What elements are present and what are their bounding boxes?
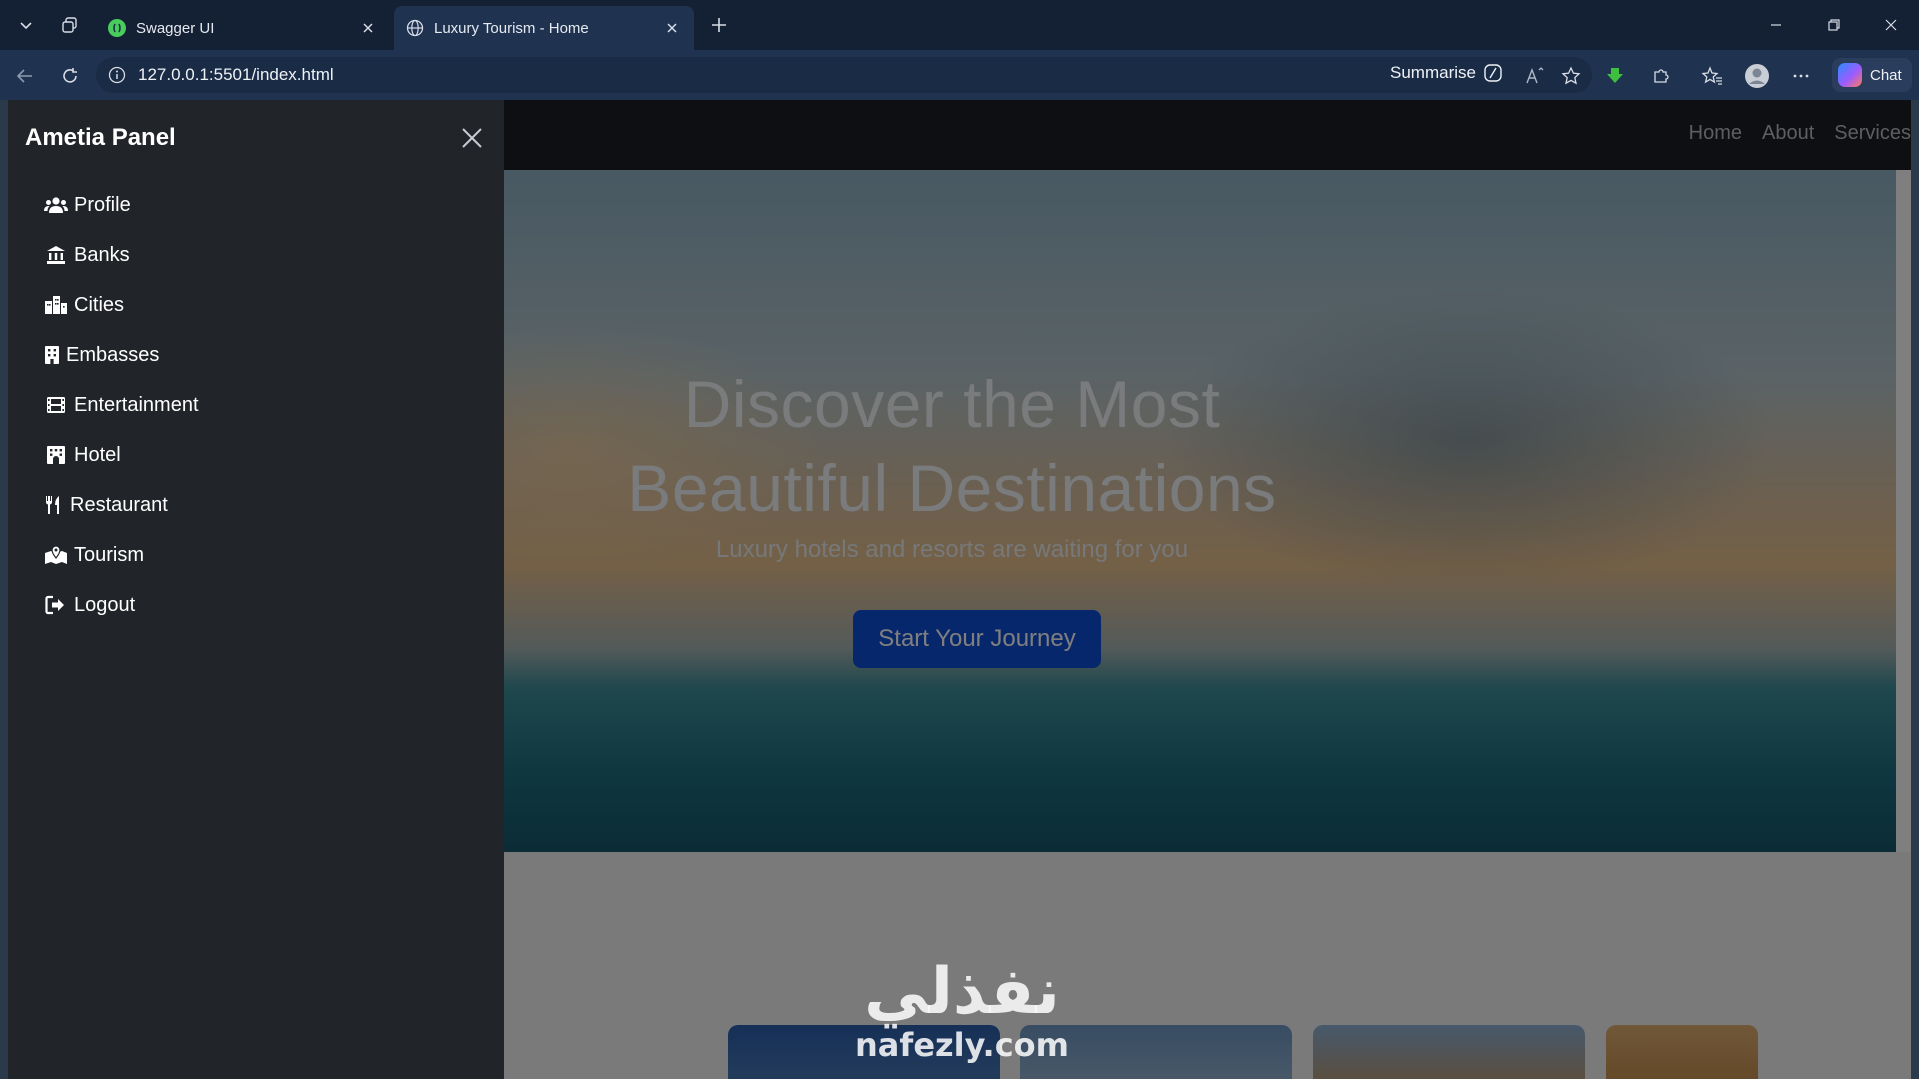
menu-item-embasses[interactable]: Embasses xyxy=(44,330,199,380)
tab-title: Luxury Tourism - Home xyxy=(434,19,589,37)
menu-item-label: Profile xyxy=(74,193,131,216)
read-aloud-icon xyxy=(1526,67,1544,84)
close-icon xyxy=(462,128,482,148)
menu-item-label: Embasses xyxy=(66,343,160,366)
globe-icon xyxy=(406,19,424,37)
users-icon xyxy=(44,194,68,216)
swagger-favicon-icon xyxy=(108,19,126,37)
copilot-chat-button[interactable]: Chat xyxy=(1832,58,1912,92)
menu-item-label: Hotel xyxy=(74,443,121,466)
menu-item-label: Banks xyxy=(74,243,130,266)
side-panel: Ametia Panel Profile Banks Cities Embass… xyxy=(8,100,504,1079)
logout-icon xyxy=(44,594,68,616)
menu-item-tourism[interactable]: Tourism xyxy=(44,530,199,580)
info-icon[interactable] xyxy=(106,64,128,86)
menu-item-restaurant[interactable]: Restaurant xyxy=(44,480,199,530)
profile-button[interactable] xyxy=(1742,61,1772,91)
menu-item-banks[interactable]: Banks xyxy=(44,230,199,280)
close-icon xyxy=(1885,19,1897,31)
workspaces-button[interactable] xyxy=(54,9,86,41)
menu-item-hotel[interactable]: Hotel xyxy=(44,430,199,480)
menu-item-entertainment[interactable]: Entertainment xyxy=(44,380,199,430)
favorites-button[interactable] xyxy=(1697,61,1727,91)
close-tab-icon[interactable] xyxy=(358,18,378,38)
menu-item-profile[interactable]: Profile xyxy=(44,180,199,230)
tab-title: Swagger UI xyxy=(136,19,215,37)
building-icon xyxy=(44,344,60,366)
menu-item-label: Entertainment xyxy=(74,393,199,416)
favorite-page-button[interactable] xyxy=(1556,61,1586,91)
reload-button[interactable] xyxy=(55,61,85,91)
restore-button[interactable] xyxy=(1814,8,1854,42)
minimize-button[interactable] xyxy=(1756,8,1796,42)
puzzle-icon xyxy=(1654,69,1669,83)
watermark-latin: nafezly.com xyxy=(855,1026,1069,1064)
tab-actions-icon xyxy=(62,17,77,33)
summarise-button[interactable]: Summarise xyxy=(1390,62,1504,84)
reload-icon xyxy=(63,68,77,83)
restore-icon xyxy=(1828,19,1840,31)
extensions-button[interactable] xyxy=(1646,61,1676,91)
copilot-summarise-icon xyxy=(1484,64,1502,82)
favorites-star-icon xyxy=(1701,66,1722,85)
watermark: نفذلي nafezly.com xyxy=(842,960,1082,1062)
minimize-icon xyxy=(1771,24,1781,26)
page: Home About Services Discover the Most Be… xyxy=(8,100,1911,1079)
download-extension-icon xyxy=(1607,68,1623,83)
back-button[interactable] xyxy=(10,61,40,91)
read-aloud-button[interactable] xyxy=(1520,61,1550,91)
url-text: 127.0.0.1:5501/index.html xyxy=(138,65,334,84)
menu-item-label: Restaurant xyxy=(70,493,168,516)
more-horizontal-icon xyxy=(1793,74,1809,78)
avatar-icon xyxy=(1745,64,1769,88)
menu-item-cities[interactable]: Cities xyxy=(44,280,199,330)
address-bar[interactable]: 127.0.0.1:5501/index.html xyxy=(96,57,1592,93)
star-icon xyxy=(1561,66,1581,85)
menu-item-label: Logout xyxy=(74,593,136,616)
panel-title: Ametia Panel xyxy=(25,124,176,151)
copilot-icon xyxy=(1838,63,1862,87)
tab-list-button[interactable] xyxy=(10,9,42,41)
arrow-left-icon xyxy=(16,69,32,83)
menu-item-label: Cities xyxy=(74,293,125,316)
tab-luxury-tourism[interactable]: Luxury Tourism - Home xyxy=(394,6,694,50)
city-icon xyxy=(44,294,68,316)
browser-tab-bar: Swagger UI Luxury Tourism - Home xyxy=(0,0,1919,50)
map-location-icon xyxy=(44,544,68,566)
menu-item-label: Tourism xyxy=(74,543,145,566)
close-window-button[interactable] xyxy=(1871,8,1911,42)
close-tab-icon[interactable] xyxy=(662,18,682,38)
settings-more-button[interactable] xyxy=(1786,61,1816,91)
film-icon xyxy=(44,394,68,416)
new-tab-button[interactable] xyxy=(704,10,734,40)
menu-item-logout[interactable]: Logout xyxy=(44,580,199,630)
extension-download-button[interactable] xyxy=(1600,61,1630,91)
panel-close-button[interactable] xyxy=(458,124,486,152)
bank-icon xyxy=(44,244,68,266)
panel-menu: Profile Banks Cities Embasses Entertainm… xyxy=(44,180,199,630)
chat-label: Chat xyxy=(1870,66,1902,84)
utensils-icon xyxy=(44,494,64,516)
summarise-label: Summarise xyxy=(1390,63,1476,82)
chevron-down-icon xyxy=(20,22,32,30)
tab-swagger-ui[interactable]: Swagger UI xyxy=(96,6,390,50)
plus-icon xyxy=(712,18,726,32)
watermark-arabic: نفذلي xyxy=(864,955,1060,1029)
page-viewport: Home About Services Discover the Most Be… xyxy=(0,100,1919,1079)
hotel-icon xyxy=(44,444,68,466)
browser-toolbar: 127.0.0.1:5501/index.html Summarise Chat xyxy=(0,50,1919,100)
